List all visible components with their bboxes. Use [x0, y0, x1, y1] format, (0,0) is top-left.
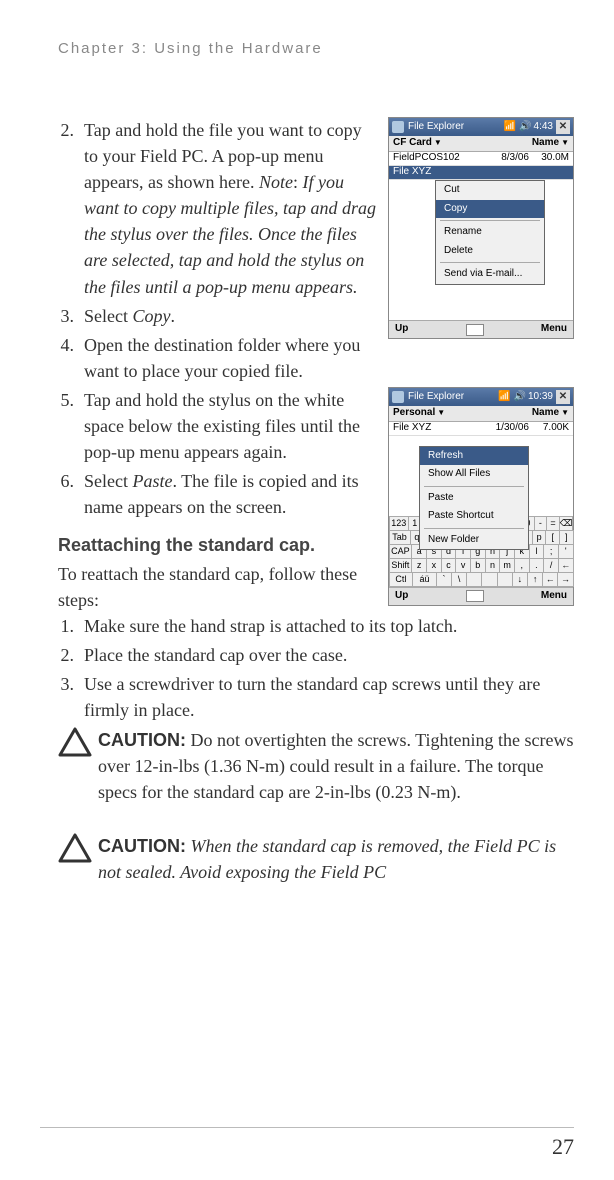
- key: x: [426, 558, 442, 573]
- step-b1: 1. Make sure the hand strap is attached …: [58, 613, 574, 639]
- key: \: [451, 572, 467, 587]
- step-6: 6. Select Paste. The file is copied and …: [58, 468, 378, 520]
- figure-1: File Explorer 📶 🔊 4:43 ✕ CF Card▼ Name▼ …: [388, 117, 574, 339]
- step-b2: 2. Place the standard cap over the case.: [58, 642, 574, 668]
- menu-paste-shortcut: Paste Shortcut: [420, 507, 528, 526]
- step-3: 3. Select Copy.: [58, 303, 378, 329]
- key: Shift: [389, 558, 413, 573]
- key: ;: [543, 544, 559, 559]
- menu-delete: Delete: [436, 242, 544, 261]
- key: CAP: [389, 544, 413, 559]
- key: ←: [558, 558, 574, 573]
- step-5: 5. Tap and hold the stylus on the white …: [58, 387, 378, 465]
- menu-button: Menu: [541, 322, 567, 337]
- key: Tab: [389, 530, 411, 545]
- folder-dropdown: Personal▼: [393, 406, 445, 421]
- menu-show-all: Show All Files: [420, 465, 528, 484]
- status-icons: 📶 🔊 4:43: [504, 120, 553, 135]
- key: b: [470, 558, 486, 573]
- status-icons: 📶 🔊 10:39: [498, 390, 553, 405]
- close-icon: ✕: [556, 390, 570, 404]
- menu-refresh: Refresh: [420, 447, 528, 466]
- key: p: [532, 530, 547, 545]
- key: ,: [514, 558, 530, 573]
- key: `: [436, 572, 452, 587]
- menu-rename: Rename: [436, 223, 544, 242]
- key: áü: [412, 572, 437, 587]
- sort-dropdown: Name▼: [532, 136, 569, 151]
- key: 123: [389, 516, 410, 531]
- footer-rule: [40, 1127, 574, 1128]
- key: l: [529, 544, 545, 559]
- context-menu: Refresh Show All Files Paste Paste Short…: [419, 446, 529, 551]
- key: -: [534, 516, 548, 531]
- window-title: File Explorer: [408, 390, 498, 405]
- up-button: Up: [395, 322, 408, 337]
- key: [: [545, 530, 560, 545]
- file-row: File XYZ 1/30/06 7.00K: [389, 422, 573, 436]
- key: z: [411, 558, 427, 573]
- start-icon: [392, 121, 404, 133]
- menu-send: Send via E-mail...: [436, 265, 544, 284]
- key: →: [557, 572, 573, 587]
- key: m: [499, 558, 515, 573]
- keyboard-icon: [466, 590, 484, 602]
- folder-dropdown: CF Card▼: [393, 136, 442, 151]
- step-4: 4. Open the destination folder where you…: [58, 332, 378, 384]
- key: ←: [542, 572, 558, 587]
- key: [481, 572, 497, 587]
- key: ': [558, 544, 574, 559]
- sort-dropdown: Name▼: [532, 406, 569, 421]
- key: Ctl: [389, 572, 414, 587]
- page-number: 27: [552, 1134, 574, 1160]
- caution-icon: [58, 833, 98, 870]
- key: .: [529, 558, 545, 573]
- menu-copy: Copy: [436, 200, 544, 219]
- menu-cut: Cut: [436, 181, 544, 200]
- window-title: File Explorer: [408, 120, 504, 135]
- key: [497, 572, 513, 587]
- key: n: [485, 558, 501, 573]
- chapter-title: Chapter 3: Using the Hardware: [58, 40, 574, 57]
- key: ↑: [527, 572, 543, 587]
- key: ⌫: [559, 516, 574, 531]
- menu-paste: Paste: [420, 489, 528, 508]
- keyboard-icon: [466, 324, 484, 336]
- figure-2: File Explorer 📶 🔊 10:39 ✕ Personal▼ Name…: [388, 387, 574, 606]
- context-menu: Cut Copy Rename Delete Send via E-mail..…: [435, 180, 545, 285]
- start-icon: [392, 391, 404, 403]
- step-b3: 3. Use a screwdriver to turn the standar…: [58, 671, 574, 723]
- body-content: File Explorer 📶 🔊 4:43 ✕ CF Card▼ Name▼ …: [58, 117, 574, 886]
- file-row-selected: File XYZ: [389, 166, 573, 180]
- key: [466, 572, 482, 587]
- key: /: [543, 558, 559, 573]
- key: c: [441, 558, 457, 573]
- caution-2: CAUTION: When the standard cap is remove…: [58, 833, 574, 885]
- menu-new-folder: New Folder: [420, 531, 528, 550]
- key: ]: [559, 530, 574, 545]
- caution-1: CAUTION: Do not overtighten the screws. …: [58, 727, 574, 805]
- key: ↓: [512, 572, 528, 587]
- menu-button: Menu: [541, 589, 567, 604]
- step-2: 2. Tap and hold the file you want to cop…: [58, 117, 378, 300]
- file-row: FieldPCOS102 8/3/06 30.0M: [389, 152, 573, 166]
- caution-icon: [58, 727, 98, 764]
- up-button: Up: [395, 589, 408, 604]
- key: =: [546, 516, 560, 531]
- key: v: [455, 558, 471, 573]
- close-icon: ✕: [556, 120, 570, 134]
